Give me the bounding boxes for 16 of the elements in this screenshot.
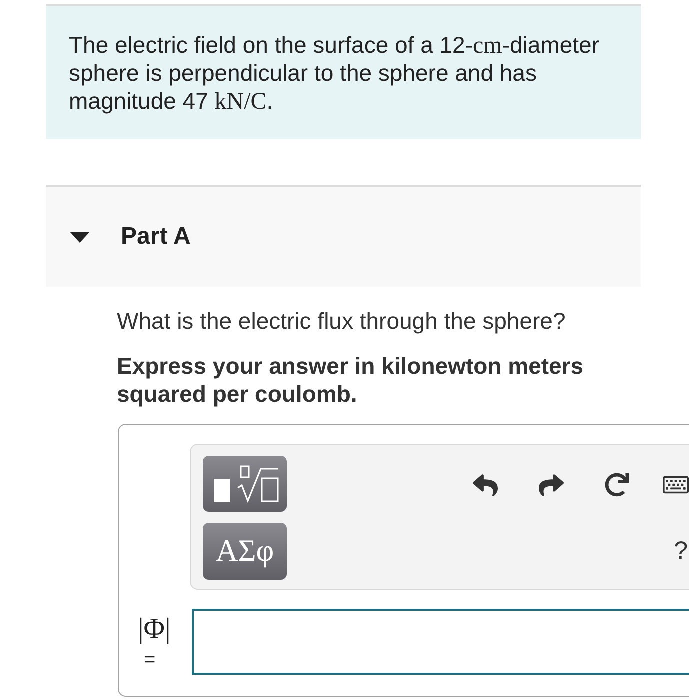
symbol-button[interactable]: ΑΣφ bbox=[203, 523, 287, 580]
part-header[interactable]: Part A bbox=[46, 185, 641, 287]
help-button[interactable]: ? bbox=[674, 536, 689, 566]
answer-instruction: Express your answer in kilonewton meters squared per coulomb. bbox=[117, 352, 585, 408]
reset-icon bbox=[605, 473, 629, 497]
question-text: What is the electric flux through the sphere? bbox=[117, 307, 567, 335]
root-template-icon bbox=[213, 465, 279, 503]
template-button[interactable] bbox=[203, 456, 287, 512]
answer-variable-label: |Φ| bbox=[138, 613, 171, 645]
undo-icon bbox=[472, 472, 498, 498]
part-title: Part A bbox=[121, 222, 191, 252]
answer-input[interactable] bbox=[192, 609, 689, 675]
equals-sign: = bbox=[144, 648, 156, 673]
redo-icon bbox=[538, 472, 564, 498]
problem-statement: The electric field on the surface of a 12-cm-diameter sphere is perpendicular to the sphere and has magnitude 47 kN/C. bbox=[69, 31, 600, 115]
expand-triangle-icon[interactable] bbox=[70, 232, 90, 242]
